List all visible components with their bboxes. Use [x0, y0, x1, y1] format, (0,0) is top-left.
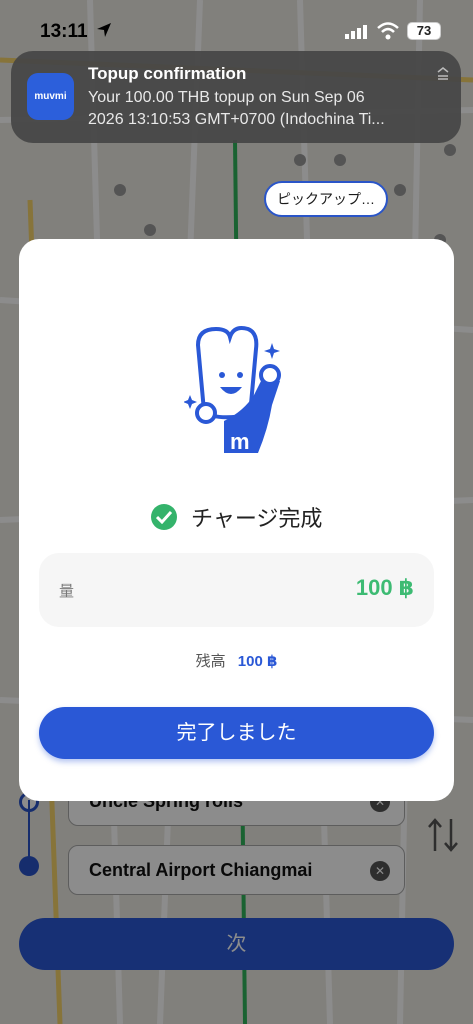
notification-body-line1: Your 100.00 THB topup on Sun Sep 06 — [88, 89, 365, 106]
cellular-signal-icon — [345, 25, 367, 39]
mascot-illustration: m — [184, 326, 281, 454]
muvmi-app-icon: muvmi — [27, 73, 74, 120]
amount-label: 量 — [59, 583, 75, 600]
notification-body-line2: 2026 13:10:53 GMT+0700 (Indochina Ti... — [88, 111, 385, 128]
balance-row: 残高 100 ฿ — [19, 650, 454, 671]
balance-value: 100 ฿ — [237, 653, 278, 670]
notification-banner[interactable]: muvmi Topup confirmation Your 100.00 THB… — [11, 51, 461, 143]
battery-indicator: 73 — [407, 22, 441, 40]
done-button[interactable]: 完了しました — [39, 707, 434, 759]
amount-value: 100 ฿ — [355, 575, 414, 600]
wifi-icon — [377, 22, 399, 40]
topup-complete-row: チャージ完成 — [19, 501, 454, 533]
topup-success-dialog: m チャージ完成 量 100 ฿ 残高 100 ฿ 完了しました — [19, 239, 454, 801]
status-time: 13:11 — [40, 21, 88, 42]
status-bar: 13:11 73 — [0, 0, 473, 50]
pickup-label[interactable]: ピックアップ… — [264, 181, 388, 217]
topup-complete-text: チャージ完成 — [191, 506, 323, 531]
amount-card: 量 100 ฿ — [39, 553, 434, 627]
notification-title: Topup confirmation — [88, 64, 247, 83]
notification-body: Your 100.00 THB topup on Sun Sep 06 2026… — [88, 87, 443, 131]
location-arrow-icon — [97, 23, 111, 37]
check-circle-icon — [150, 504, 177, 530]
balance-label: 残高 — [195, 653, 226, 670]
expand-icon[interactable] — [436, 67, 450, 81]
svg-text:m: m — [230, 429, 250, 454]
